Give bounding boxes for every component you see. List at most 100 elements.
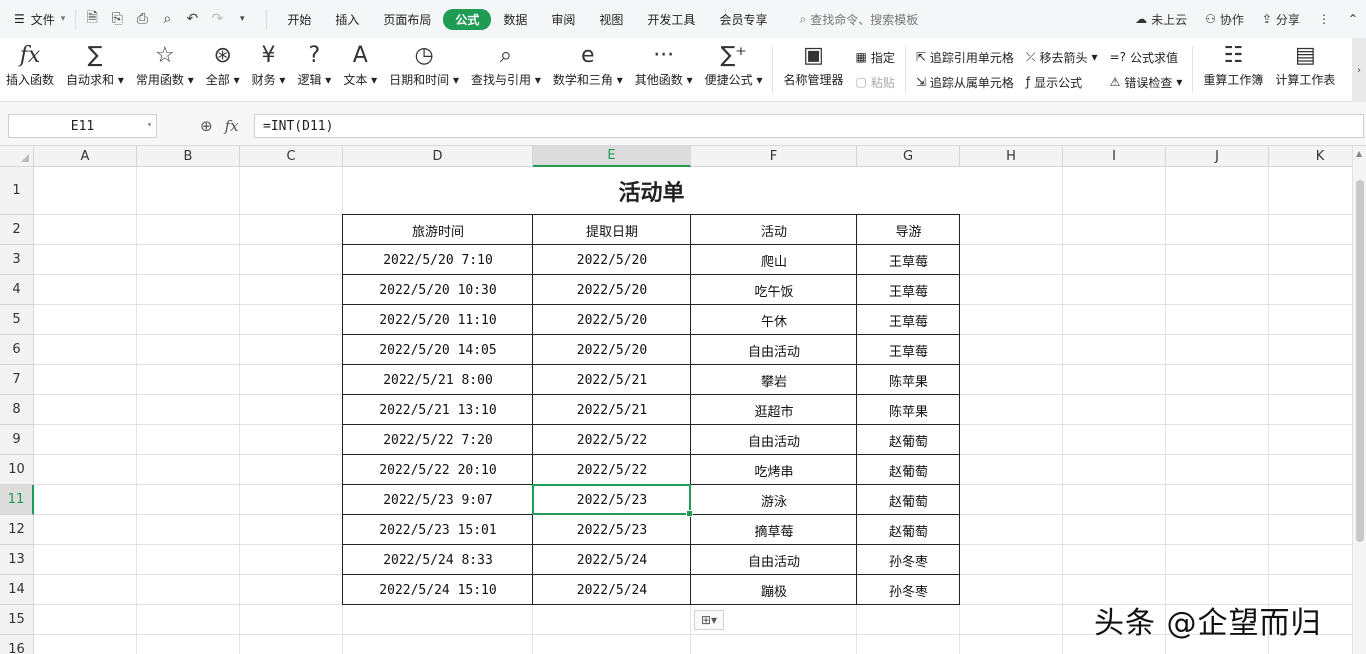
active-cell-e11[interactable] [532,484,693,517]
file-menu[interactable]: ☰ 文件 ▾ [0,0,75,38]
datetime-button[interactable]: ◷ 日期和时间 ▾ [383,38,465,102]
table-cell[interactable]: 自由活动 [691,335,857,365]
column-header-j[interactable]: J [1166,146,1269,167]
customize-icon[interactable]: ▾ [234,11,250,27]
table-cell[interactable]: 自由活动 [691,425,857,455]
table-cell[interactable]: 赵葡萄 [857,455,960,485]
error-check-button[interactable]: ⚠ 错误检查 ▾ [1110,74,1183,91]
tab-view[interactable]: 视图 [587,9,635,30]
insert-function-button[interactable]: fx 插入函数 [0,38,60,102]
column-header-k[interactable]: K [1269,146,1352,167]
collaborate-button[interactable]: ⚇ 协作 [1205,11,1244,28]
row-header-13[interactable]: 13 [0,545,34,575]
table-cell[interactable]: 2022/5/23 9:07 [343,485,533,515]
share-button[interactable]: ⇪ 分享 [1262,11,1300,28]
print-preview-icon[interactable]: ⌕ [159,11,175,27]
column-header-h[interactable]: H [960,146,1063,167]
paste-name-button[interactable]: ▢ 粘贴 [855,74,894,91]
lookup-button[interactable]: ⌕ 查找与引用 ▾ [465,38,547,102]
row-header-1[interactable]: 1 [0,167,34,215]
table-cell[interactable]: 2022/5/21 [533,395,691,425]
table-cell[interactable]: 2022/5/20 [533,245,691,275]
column-header-c[interactable]: C [240,146,343,167]
table-cell[interactable]: 逛超市 [691,395,857,425]
table-cell[interactable]: 孙冬枣 [857,575,960,605]
math-button[interactable]: e 数学和三角 ▾ [547,38,629,102]
row-header-4[interactable]: 4 [0,275,34,305]
table-cell[interactable]: 陈苹果 [857,365,960,395]
show-formulas-button[interactable]: ƒ 显示公式 [1026,74,1098,91]
table-cell[interactable]: 王草莓 [857,275,960,305]
table-cell[interactable]: 孙冬枣 [857,545,960,575]
column-header-e[interactable]: E [533,146,691,167]
row-header-6[interactable]: 6 [0,335,34,365]
name-box[interactable]: E11 ▾ [8,114,157,138]
row-header-2[interactable]: 2 [0,215,34,245]
select-all-corner[interactable] [0,146,34,167]
command-search[interactable]: ⌕ 查找命令、搜索模板 [799,11,918,28]
trace-precedents-button[interactable]: ⇱ 追踪引用单元格 [916,49,1014,66]
table-cell[interactable]: 2022/5/22 20:10 [343,455,533,485]
logic-button[interactable]: ? 逻辑 ▾ [291,38,337,102]
more-icon[interactable]: ⋮ [1318,12,1330,26]
text-button[interactable]: A 文本 ▾ [337,38,383,102]
formula-input[interactable]: =INT(D11) [254,114,1364,138]
table-cell[interactable]: 2022/5/20 7:10 [343,245,533,275]
row-header-11[interactable]: 11 [0,485,34,515]
sheet-title[interactable]: 活动单 [343,167,960,215]
table-cell[interactable]: 陈苹果 [857,395,960,425]
table-cell[interactable]: 摘草莓 [691,515,857,545]
recalc-workbook-button[interactable]: ☷ 重算工作簿 [1197,38,1269,102]
remove-arrows-button[interactable]: ⤫ 移去箭头 ▾ [1026,49,1098,66]
trace-dependents-button[interactable]: ⇲ 追踪从属单元格 [916,74,1014,91]
all-functions-button[interactable]: ⊛ 全部 ▾ [200,38,246,102]
table-cell[interactable]: 2022/5/24 [533,545,691,575]
zoom-icon[interactable]: ⊕ [200,117,213,135]
table-cell[interactable]: 自由活动 [691,545,857,575]
table-cell[interactable]: 游泳 [691,485,857,515]
row-header-12[interactable]: 12 [0,515,34,545]
row-header-3[interactable]: 3 [0,245,34,275]
table-header-cell[interactable]: 导游 [857,215,960,245]
column-header-a[interactable]: A [34,146,137,167]
ribbon-scroll-right-icon[interactable]: › [1352,38,1366,102]
assign-button[interactable]: ▦ 指定 [855,49,894,66]
row-header-7[interactable]: 7 [0,365,34,395]
row-header-10[interactable]: 10 [0,455,34,485]
column-header-i[interactable]: I [1063,146,1166,167]
table-cell[interactable]: 攀岩 [691,365,857,395]
table-cell[interactable]: 2022/5/21 13:10 [343,395,533,425]
column-header-d[interactable]: D [343,146,533,167]
tab-developer[interactable]: 开发工具 [635,9,707,30]
table-header-cell[interactable]: 提取日期 [533,215,691,245]
column-header-b[interactable]: B [137,146,240,167]
undo-icon[interactable]: ↶ [184,11,200,27]
other-functions-button[interactable]: ··· 其他函数 ▾ [629,38,699,102]
tab-review[interactable]: 审阅 [539,9,587,30]
paste-options-icon[interactable]: ⊞▾ [694,610,724,630]
name-manager-button[interactable]: ▣ 名称管理器 [777,38,849,102]
table-cell[interactable]: 爬山 [691,245,857,275]
table-cell[interactable]: 赵葡萄 [857,485,960,515]
tab-data[interactable]: 数据 [491,9,539,30]
table-cell[interactable]: 2022/5/23 [533,515,691,545]
table-cell[interactable]: 2022/5/20 10:30 [343,275,533,305]
table-cell[interactable]: 2022/5/23 15:01 [343,515,533,545]
column-header-f[interactable]: F [691,146,857,167]
table-cell[interactable]: 赵葡萄 [857,425,960,455]
table-cell[interactable]: 2022/5/21 [533,365,691,395]
finance-button[interactable]: ¥ 财务 ▾ [246,38,292,102]
tab-page-layout[interactable]: 页面布局 [371,9,443,30]
fx-button[interactable]: fx [225,117,239,135]
row-header-9[interactable]: 9 [0,425,34,455]
scrollbar-thumb[interactable] [1356,180,1364,542]
row-header-5[interactable]: 5 [0,305,34,335]
table-cell[interactable]: 王草莓 [857,245,960,275]
row-header-8[interactable]: 8 [0,395,34,425]
table-cell[interactable]: 2022/5/22 [533,425,691,455]
save-icon[interactable]: 🗎 [84,10,100,27]
table-header-cell[interactable]: 旅游时间 [343,215,533,245]
tab-member[interactable]: 会员专享 [707,9,779,30]
row-header-16[interactable]: 16 [0,635,34,654]
common-functions-button[interactable]: ☆ 常用函数 ▾ [130,38,200,102]
